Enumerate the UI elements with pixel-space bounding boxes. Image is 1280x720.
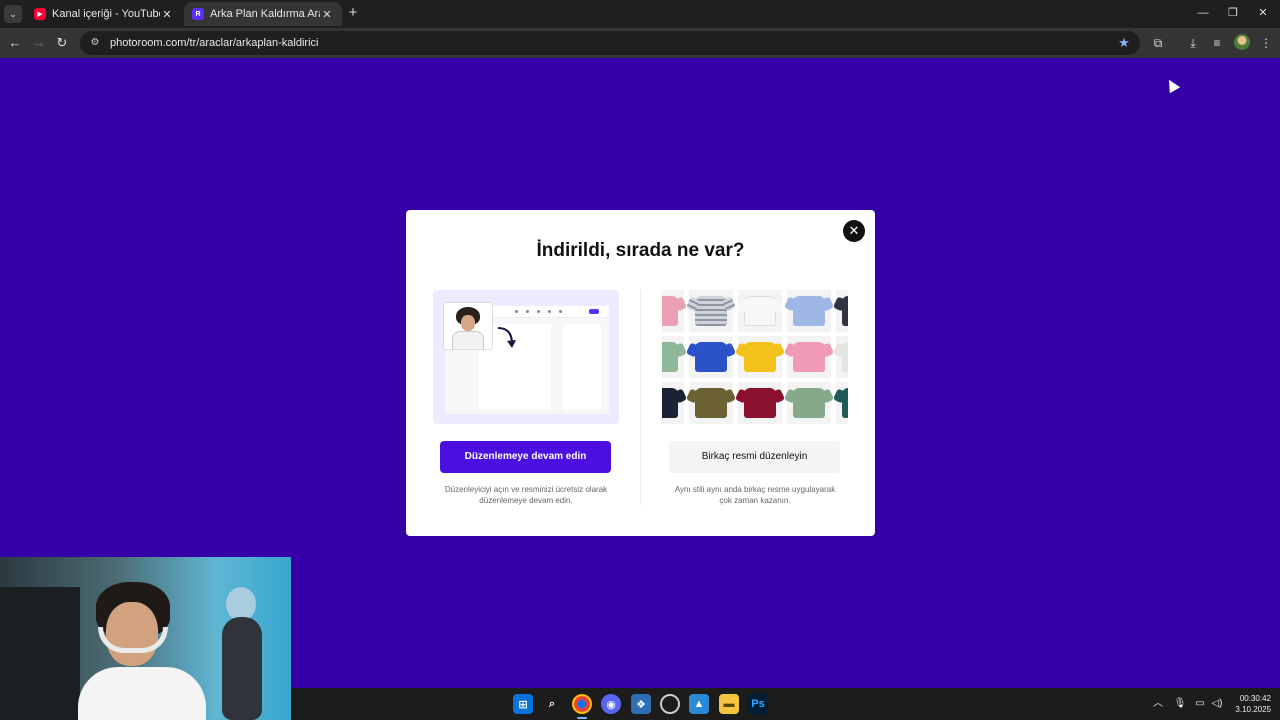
clothing-thumbnail: [689, 290, 733, 332]
url-text: photoroom.com/tr/araclar/arkaplan-kaldir…: [110, 37, 319, 49]
media-controls-icon[interactable]: ≡: [1208, 34, 1226, 52]
clothing-thumbnail: [689, 336, 733, 378]
tab-title: Kanal içeriği - YouTube Studio: [52, 8, 160, 20]
tab-title: Arka Plan Kaldırma Aracı: Ücreti: [210, 8, 320, 20]
clothing-thumbnail: [689, 382, 733, 424]
download-icon[interactable]: ⤓: [1184, 34, 1202, 52]
photoshop-icon[interactable]: Ps: [748, 694, 768, 714]
restore-button[interactable]: ❐: [1218, 4, 1248, 22]
browser-tab-bar: ⌄ ▶ Kanal içeriği - YouTube Studio ✕ R A…: [0, 0, 1280, 28]
bookmark-star-icon[interactable]: ★: [1116, 35, 1132, 51]
address-bar[interactable]: ⚙ photoroom.com/tr/araclar/arkaplan-kald…: [80, 31, 1140, 55]
window-close-button[interactable]: ✕: [1248, 4, 1278, 22]
minimize-button[interactable]: —: [1188, 4, 1218, 22]
network-icon[interactable]: ▭: [1193, 697, 1207, 711]
curved-arrow-icon: [497, 327, 516, 348]
clothing-thumbnail: [787, 336, 831, 378]
site-info-icon[interactable]: ⚙: [88, 36, 102, 50]
photos-icon[interactable]: ▲: [689, 694, 709, 714]
microphone-icon[interactable]: 🎙: [1173, 697, 1187, 711]
more-menu-icon[interactable]: ⋮: [1257, 34, 1275, 52]
tab-close-icon[interactable]: ✕: [320, 8, 334, 21]
search-icon[interactable]: ⌕: [542, 694, 562, 714]
file-explorer-icon[interactable]: ▬: [719, 694, 739, 714]
obs-icon[interactable]: [660, 694, 680, 714]
browser-toolbar: ← → ↻ ⚙ photoroom.com/tr/araclar/arkapla…: [0, 28, 1280, 58]
clothing-thumbnail: [738, 290, 782, 332]
clothing-thumbnail: [738, 336, 782, 378]
active-app-indicator: [577, 717, 587, 719]
clothing-thumbnail: [738, 382, 782, 424]
tab-youtube-studio[interactable]: ▶ Kanal içeriği - YouTube Studio ✕: [26, 2, 182, 26]
chevron-up-icon[interactable]: ︿: [1151, 697, 1165, 711]
start-windows-icon[interactable]: ⊞: [513, 694, 533, 714]
clothing-thumbnail: [662, 336, 684, 378]
new-tab-button[interactable]: +: [345, 5, 361, 21]
youtube-icon: ▶: [34, 8, 46, 20]
tab-search-button[interactable]: ⌄: [4, 5, 22, 23]
clothing-thumbnail: [662, 290, 684, 332]
clothing-thumbnail: [836, 290, 848, 332]
windows-taskbar: ⊞ ⌕ ◉ ❖ ▲ ▬ Ps ︿ 🎙 ▭ ◁) 00:30:42 3.10.20…: [291, 688, 1280, 720]
forward-arrow-icon[interactable]: →: [30, 34, 48, 52]
chrome-icon[interactable]: [572, 694, 592, 714]
webcam-overlay: [0, 557, 291, 720]
clothing-thumbnail: [836, 382, 848, 424]
batch-edit-button[interactable]: Birkaç resmi düzenleyin: [669, 441, 840, 473]
continue-editing-button[interactable]: Düzenlemeye devam edin: [440, 441, 611, 473]
batch-edit-description: Aynı stili aynı anda birkaç resme uygula…: [674, 485, 836, 505]
volume-icon[interactable]: ◁): [1210, 697, 1224, 711]
photoroom-icon: R: [192, 8, 204, 20]
batch-edit-preview-image[interactable]: [662, 290, 848, 424]
continue-editing-description: Düzenleyiciyi açın ve resminizi ücretsiz…: [444, 485, 608, 505]
editor-preview-image[interactable]: [433, 290, 619, 424]
clothing-thumbnail: [662, 382, 684, 424]
tab-close-icon[interactable]: ✕: [160, 8, 174, 21]
tab-photoroom[interactable]: R Arka Plan Kaldırma Aracı: Ücreti ✕: [184, 2, 342, 26]
clothing-thumbnail: [787, 290, 831, 332]
discord-icon[interactable]: ◉: [601, 694, 621, 714]
download-complete-dialog: ✕ İndirildi, sırada ne var? Düzenlemeye …: [406, 210, 875, 536]
option-divider: [640, 290, 641, 505]
clothing-thumbnail: [836, 336, 848, 378]
editor-sidebar-illustration: [563, 324, 601, 410]
app-icon[interactable]: ❖: [631, 694, 651, 714]
cutout-photo-thumbnail: [443, 302, 493, 350]
back-arrow-icon[interactable]: ←: [6, 34, 24, 52]
reload-icon[interactable]: ↻: [53, 34, 71, 52]
profile-avatar[interactable]: [1234, 34, 1250, 50]
dialog-title: İndirildi, sırada ne var?: [536, 240, 745, 261]
clothing-thumbnail: [787, 382, 831, 424]
extensions-icon[interactable]: ⧉: [1149, 34, 1167, 52]
dialog-close-button[interactable]: ✕: [843, 220, 865, 242]
system-clock[interactable]: 00:30:42 3.10.2025: [1231, 693, 1271, 715]
